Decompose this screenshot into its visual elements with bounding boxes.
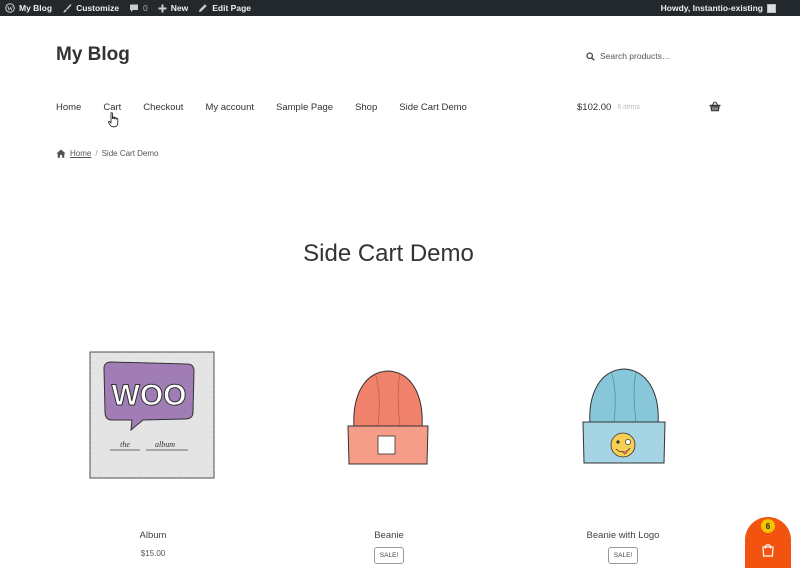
pencil-icon: [199, 4, 207, 12]
side-cart-count: 6: [761, 519, 775, 533]
primary-nav: Home Cart Checkout My account Sample Pag…: [56, 102, 489, 113]
search-input[interactable]: Search products…: [600, 51, 670, 61]
product-search[interactable]: Search products…: [586, 51, 670, 61]
nav-item-sample-page[interactable]: Sample Page: [276, 102, 333, 113]
sale-badge-beanie: SALE!: [374, 547, 404, 564]
nav-item-side-cart-demo[interactable]: Side Cart Demo: [399, 102, 467, 113]
header-cart[interactable]: $102.00 6 items: [577, 102, 640, 113]
basket-icon[interactable]: [709, 101, 721, 112]
svg-text:W: W: [7, 6, 13, 12]
nav-item-shop[interactable]: Shop: [355, 102, 377, 113]
admin-new[interactable]: New: [153, 0, 193, 16]
admin-edit-page-label: Edit Page: [212, 3, 251, 13]
cart-total: $102.00: [577, 102, 612, 113]
album-caption-left: the: [120, 440, 130, 449]
wordpress-icon: W: [5, 3, 15, 13]
plus-icon: [158, 4, 167, 12]
admin-comments-count: 0: [143, 3, 148, 13]
home-icon: [56, 149, 66, 158]
product-image-beanie-with-logo[interactable]: [578, 366, 670, 466]
breadcrumb-separator: /: [95, 149, 98, 158]
hand-cursor-icon: [108, 112, 119, 128]
album-logo-text: WOO: [112, 379, 187, 412]
product-name-beanie-with-logo[interactable]: Beanie with Logo: [533, 530, 713, 541]
product-price-album: $15.00: [140, 549, 166, 558]
nav-item-my-account[interactable]: My account: [205, 102, 254, 113]
search-icon: [586, 51, 595, 61]
nav-item-checkout[interactable]: Checkout: [143, 102, 183, 113]
admin-site-name: My Blog: [19, 3, 53, 13]
product-name-beanie[interactable]: Beanie: [299, 530, 479, 541]
product-image-album[interactable]: WOO the album: [88, 350, 216, 480]
side-cart-button[interactable]: 6: [745, 517, 791, 568]
admin-customize[interactable]: Customize: [57, 0, 124, 16]
admin-howdy: Howdy, Instantio-existing: [660, 3, 763, 13]
admin-account[interactable]: Howdy, Instantio-existing: [661, 0, 776, 16]
admin-comments[interactable]: 0: [124, 0, 153, 16]
avatar: [767, 3, 776, 13]
comment-icon: [130, 4, 139, 12]
admin-edit-page[interactable]: Edit Page: [193, 0, 256, 16]
brush-icon: [63, 4, 72, 13]
site-title[interactable]: My Blog: [56, 44, 130, 66]
admin-new-label: New: [170, 3, 189, 13]
breadcrumb-current: Side Cart Demo: [101, 149, 159, 158]
page-title: Side Cart Demo: [303, 240, 474, 267]
admin-site-menu[interactable]: W My Blog: [0, 0, 57, 16]
shopping-bag-icon: [762, 544, 774, 557]
breadcrumb-home[interactable]: Home: [70, 149, 91, 158]
product-image-beanie[interactable]: [342, 366, 434, 466]
nav-item-home[interactable]: Home: [56, 102, 81, 113]
breadcrumb: Home / Side Cart Demo: [56, 149, 159, 158]
product-name-album[interactable]: Album: [63, 530, 243, 541]
sale-badge-beanie-with-logo: SALE!: [608, 547, 638, 564]
cart-item-count: 6 items: [617, 104, 640, 111]
album-caption-right: album: [155, 440, 175, 449]
admin-customize-label: Customize: [76, 3, 120, 13]
